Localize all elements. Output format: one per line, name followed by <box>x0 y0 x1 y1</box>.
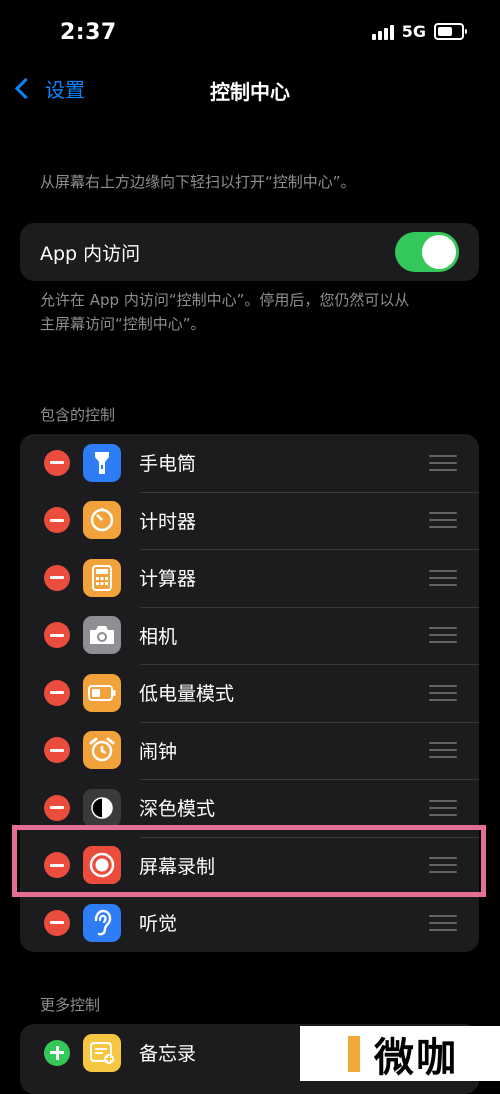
reorder-handle-icon[interactable] <box>429 684 457 701</box>
ear-icon <box>83 903 121 942</box>
control-row-timer[interactable]: 计时器 <box>20 491 479 550</box>
app-access-toggle[interactable] <box>395 232 459 272</box>
timer-icon <box>83 501 121 540</box>
control-row-low-power[interactable]: 低电量模式 <box>20 664 479 722</box>
watermark-logo: 微咖 <box>300 1026 500 1081</box>
app-access-label: App 内访问 <box>40 242 141 265</box>
intro-caption: 从屏幕右上方边缘向下轻扫以打开“控制中心”。 <box>40 173 356 191</box>
watermark-text: 微咖 <box>374 1034 458 1081</box>
more-header: 更多控制 <box>40 996 101 1014</box>
app-access-group: App 内访问 <box>20 223 479 281</box>
control-label: 计时器 <box>139 510 197 533</box>
remove-icon[interactable] <box>44 909 70 936</box>
status-indicators: 5G <box>371 22 467 41</box>
app-access-caption-line1: 允许在 App 内访问“控制中心”。停用后，您仍然可以从 <box>40 291 410 309</box>
control-label: 计算器 <box>139 568 197 591</box>
control-row-alarm[interactable]: 闹钟 <box>20 721 479 780</box>
remove-icon[interactable] <box>44 449 70 476</box>
control-row-calculator[interactable]: 计算器 <box>20 549 479 607</box>
app-access-caption-line2: 主屏幕访问“控制中心”。 <box>40 315 206 333</box>
remove-icon[interactable] <box>44 507 70 534</box>
remove-icon[interactable] <box>44 622 70 649</box>
reorder-handle-icon[interactable] <box>429 627 457 644</box>
reorder-handle-icon[interactable] <box>429 799 457 816</box>
reorder-handle-icon[interactable] <box>429 454 457 471</box>
control-label: 低电量模式 <box>139 683 235 706</box>
app-access-row: App 内访问 <box>20 223 479 281</box>
reorder-handle-icon[interactable] <box>429 512 457 529</box>
control-label: 相机 <box>139 625 178 648</box>
network-type: 5G <box>401 22 426 41</box>
flashlight-icon <box>83 443 121 482</box>
included-header: 包含的控制 <box>40 406 116 424</box>
control-row-hearing[interactable]: 听觉 <box>20 894 479 952</box>
add-icon[interactable] <box>44 1039 70 1066</box>
status-time: 2:37 <box>60 20 117 45</box>
dark-mode-icon <box>83 788 121 827</box>
calculator-icon <box>83 558 121 597</box>
control-row-flashlight[interactable]: 手电筒 <box>20 434 479 492</box>
reorder-handle-icon[interactable] <box>429 914 457 931</box>
control-label: 手电筒 <box>139 453 197 476</box>
watermark-accent <box>348 1036 360 1072</box>
signal-icon <box>371 24 394 40</box>
app-access-caption: 允许在 App 内访问“控制中心”。停用后，您仍然可以从 主屏幕访问“控制中心”… <box>40 288 409 336</box>
remove-icon[interactable] <box>44 679 70 706</box>
camera-icon <box>83 616 121 655</box>
notes-icon <box>83 1033 121 1072</box>
control-row-camera[interactable]: 相机 <box>20 606 479 665</box>
remove-icon[interactable] <box>44 794 70 821</box>
battery-icon <box>434 23 467 40</box>
battery-icon <box>83 673 121 712</box>
control-label: 深色模式 <box>139 798 216 821</box>
reorder-handle-icon[interactable] <box>429 742 457 759</box>
highlight-box <box>12 825 486 897</box>
remove-icon[interactable] <box>44 737 70 764</box>
remove-icon[interactable] <box>44 564 70 591</box>
control-label: 闹钟 <box>139 740 178 763</box>
control-label: 听觉 <box>139 913 178 936</box>
reorder-handle-icon[interactable] <box>429 569 457 586</box>
page-title: 控制中心 <box>210 80 290 104</box>
alarm-icon <box>83 731 121 770</box>
